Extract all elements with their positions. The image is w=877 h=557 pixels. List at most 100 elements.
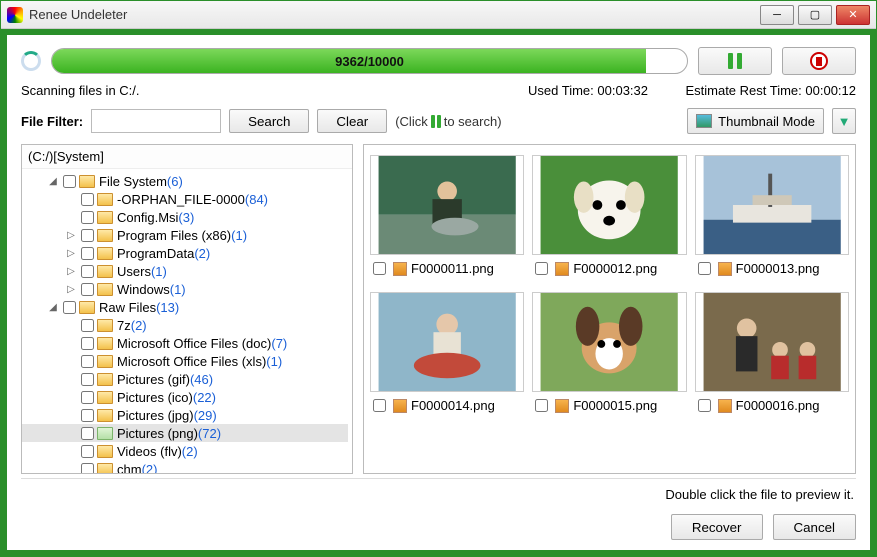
node-count: (2) [194,246,210,261]
folder-icon [97,229,113,242]
close-button[interactable]: ✕ [836,5,870,25]
thumbnail-filename: F0000015.png [573,398,657,413]
thumbnail-item[interactable]: F0000011.png [370,155,524,276]
thumbnail-image[interactable] [370,155,524,255]
toggle-icon[interactable]: ▷ [64,284,78,295]
preview-hint: Double click the file to preview it. [21,478,856,506]
tree-node[interactable]: Pictures (gif) (46) [22,370,348,388]
stop-button[interactable] [782,47,856,75]
app-icon [7,7,23,23]
node-label: Pictures (ico) [117,390,193,405]
node-count: (6) [167,174,183,189]
titlebar: Renee Undeleter ─ ▢ ✕ [1,1,876,29]
tree-node[interactable]: ▷Users (1) [22,262,348,280]
node-checkbox[interactable] [81,319,94,332]
tree-node[interactable]: Config.Msi (3) [22,208,348,226]
filter-input[interactable] [91,109,221,133]
node-checkbox[interactable] [81,247,94,260]
node-label: 7z [117,318,131,333]
node-checkbox[interactable] [81,283,94,296]
tree-root: (C:/)[System] [22,145,352,169]
scanning-status: Scanning files in C:/. [21,83,466,98]
tree-node[interactable]: ◢File System (6) [22,172,348,190]
node-checkbox[interactable] [63,175,76,188]
tree-node[interactable]: ▷ProgramData (2) [22,244,348,262]
thumbnail-image[interactable] [532,155,686,255]
file-icon [555,262,569,276]
node-checkbox[interactable] [63,301,76,314]
node-checkbox[interactable] [81,211,94,224]
folder-icon [97,355,113,368]
recover-button[interactable]: Recover [671,514,763,540]
thumbnail-panel[interactable]: F0000011.pngF0000012.pngF0000013.png F000… [363,144,856,474]
node-checkbox[interactable] [81,229,94,242]
progress-label: 9362/10000 [52,49,687,73]
maximize-button[interactable]: ▢ [798,5,832,25]
thumbnail-image[interactable] [370,292,524,392]
thumbnail-checkbox[interactable] [535,262,548,275]
node-count: (2) [182,444,198,459]
tree-body[interactable]: ◢File System (6)-ORPHAN_FILE-0000 (84)Co… [22,169,352,473]
folder-icon [79,301,95,314]
node-checkbox[interactable] [81,265,94,278]
node-checkbox[interactable] [81,391,94,404]
tree-node[interactable]: chm (2) [22,460,348,473]
thumbnail-image[interactable] [695,155,849,255]
tree-node[interactable]: Microsoft Office Files (doc) (7) [22,334,348,352]
tree-node[interactable]: Pictures (ico) (22) [22,388,348,406]
thumbnail-checkbox[interactable] [373,399,386,412]
thumbnail-item[interactable]: F0000014.png [370,292,524,413]
thumbnail-item[interactable]: F0000015.png [532,292,686,413]
toggle-icon[interactable]: ▷ [64,230,78,241]
thumbnail-mode-button[interactable]: Thumbnail Mode [687,108,824,134]
cancel-button[interactable]: Cancel [773,514,857,540]
thumbnail-filename: F0000016.png [736,398,820,413]
node-checkbox[interactable] [81,427,94,440]
node-checkbox[interactable] [81,337,94,350]
thumbnail-checkbox[interactable] [535,399,548,412]
thumbnail-image[interactable] [695,292,849,392]
thumbnail-checkbox[interactable] [373,262,386,275]
node-count: (13) [156,300,179,315]
node-checkbox[interactable] [81,193,94,206]
clear-button[interactable]: Clear [317,109,387,133]
node-count: (29) [194,408,217,423]
tree-node[interactable]: ▷Program Files (x86) (1) [22,226,348,244]
thumbnail-item[interactable]: F0000016.png [695,292,849,413]
folder-icon [97,319,113,332]
toggle-icon[interactable]: ▷ [64,266,78,277]
tree-node[interactable]: Pictures (png) (72) [22,424,348,442]
search-button[interactable]: Search [229,109,309,133]
node-checkbox[interactable] [81,445,94,458]
toggle-icon[interactable]: ▷ [64,248,78,259]
tree-node[interactable]: Pictures (jpg) (29) [22,406,348,424]
thumbnail-checkbox[interactable] [698,399,711,412]
thumbnail-item[interactable]: F0000013.png [695,155,849,276]
stop-icon [810,52,828,70]
folder-icon [97,409,113,422]
pause-button[interactable] [698,47,772,75]
node-checkbox[interactable] [81,409,94,422]
view-dropdown-button[interactable]: ▼ [832,108,856,134]
minimize-button[interactable]: ─ [760,5,794,25]
node-label: Config.Msi [117,210,178,225]
node-label: Pictures (jpg) [117,408,194,423]
tree-node[interactable]: ◢ Raw Files (13) [22,298,348,316]
toggle-icon[interactable]: ◢ [46,176,60,187]
node-label: Program Files (x86) [117,228,231,243]
tree-node[interactable]: 7z (2) [22,316,348,334]
tree-node[interactable]: Microsoft Office Files (xls) (1) [22,352,348,370]
node-label: Raw Files [99,300,156,315]
tree-node[interactable]: -ORPHAN_FILE-0000 (84) [22,190,348,208]
thumbnail-item[interactable]: F0000012.png [532,155,686,276]
toggle-icon[interactable]: ◢ [46,302,60,313]
tree-node[interactable]: ▷Windows (1) [22,280,348,298]
node-checkbox[interactable] [81,463,94,474]
thumbnail-checkbox[interactable] [698,262,711,275]
thumbnail-image[interactable] [532,292,686,392]
node-count: (1) [170,282,186,297]
file-icon [393,262,407,276]
node-checkbox[interactable] [81,373,94,386]
tree-node[interactable]: Videos (flv) (2) [22,442,348,460]
node-checkbox[interactable] [81,355,94,368]
